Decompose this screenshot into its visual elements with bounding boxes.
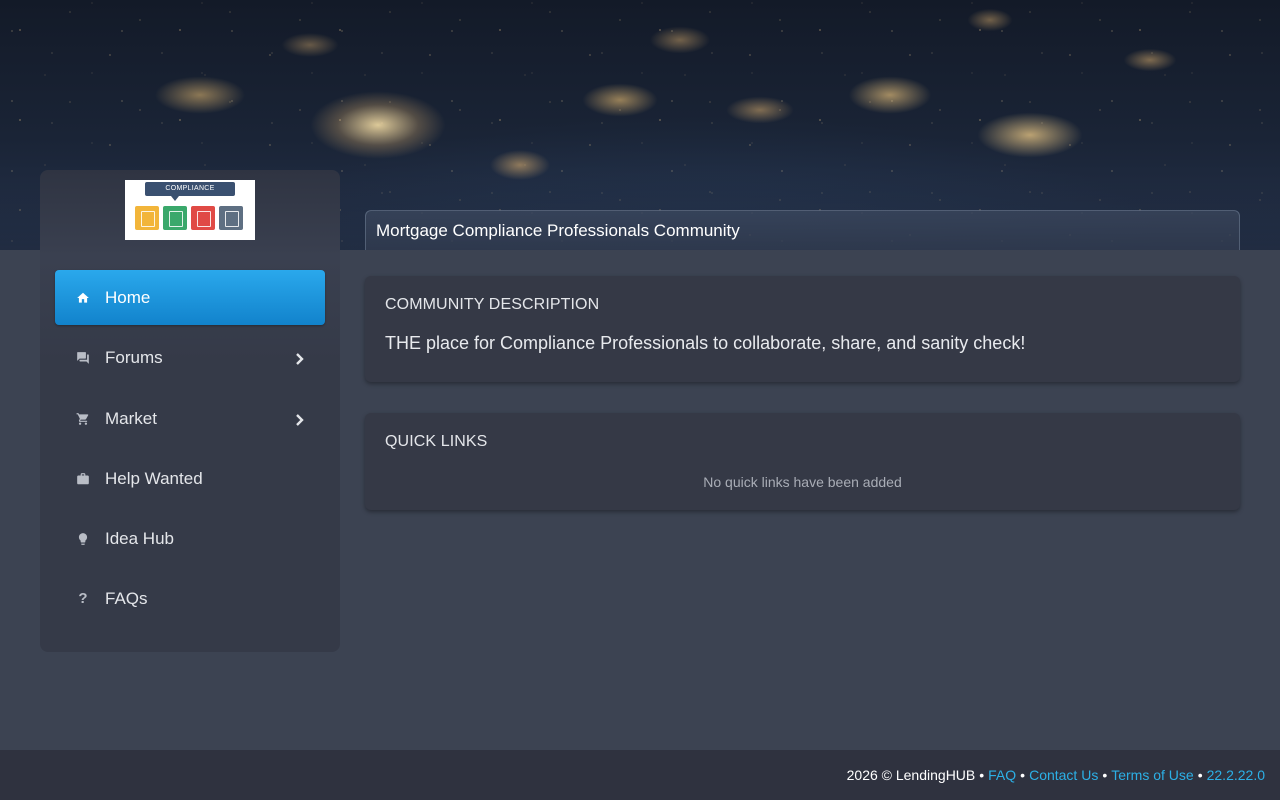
- page-title: Mortgage Compliance Professionals Commun…: [376, 220, 740, 240]
- footer-separator: •: [1102, 767, 1108, 783]
- forum-icon: [75, 350, 91, 366]
- sidebar-item-forums[interactable]: Forums: [55, 330, 325, 385]
- card-title: QUICK LINKS: [385, 433, 488, 450]
- sidebar-item-faqs[interactable]: ? FAQs: [55, 571, 325, 626]
- logo-regulation-tile: [191, 206, 215, 230]
- sidebar-item-label: Idea Hub: [105, 528, 174, 548]
- sidebar: COMPLIANCE Home Forums Market Help Wante…: [40, 170, 340, 652]
- lightbulb-icon: [75, 531, 91, 547]
- sidebar-item-label: Home: [105, 287, 151, 307]
- sidebar-item-label: Help Wanted: [105, 468, 203, 488]
- logo-bubble-tail: [171, 196, 179, 201]
- logo-policy-tile: [135, 206, 159, 230]
- footer-separator: •: [979, 767, 985, 783]
- card-title: COMMUNITY DESCRIPTION: [385, 296, 600, 313]
- sidebar-item-label: Market: [105, 408, 157, 428]
- quick-links-empty-message: No quick links have been added: [703, 474, 902, 490]
- sidebar-item-home[interactable]: Home: [55, 270, 325, 325]
- footer-link-terms-of-use[interactable]: Terms of Use: [1111, 767, 1193, 783]
- home-icon: [75, 290, 91, 306]
- footer-link-faq[interactable]: FAQ: [988, 767, 1016, 783]
- footer-separator: •: [1020, 767, 1026, 783]
- footer-separator: •: [1197, 767, 1203, 783]
- logo-banner-text: COMPLIANCE: [145, 182, 235, 196]
- community-description-text: THE place for Compliance Professionals t…: [385, 333, 1026, 353]
- quick-links-card: QUICK LINKS No quick links have been add…: [365, 413, 1240, 510]
- sidebar-item-idea-hub[interactable]: Idea Hub: [55, 511, 325, 566]
- briefcase-icon: [75, 471, 91, 487]
- community-logo[interactable]: COMPLIANCE: [125, 180, 255, 240]
- footer-link-version[interactable]: 22.2.22.0: [1207, 767, 1265, 783]
- footer-link-contact-us[interactable]: Contact Us: [1029, 767, 1098, 783]
- footer-copyright: 2026 © LendingHUB: [846, 767, 976, 783]
- sidebar-item-help-wanted[interactable]: Help Wanted: [55, 451, 325, 506]
- sidebar-item-label: FAQs: [105, 588, 148, 608]
- chevron-right-icon[interactable]: [295, 352, 305, 365]
- logo-guidance-tile: [219, 206, 243, 230]
- question-icon: ?: [78, 589, 88, 607]
- cart-icon: [75, 411, 91, 427]
- sidebar-item-label: Forums: [105, 347, 163, 367]
- community-title-bar: Mortgage Compliance Professionals Commun…: [365, 210, 1240, 250]
- community-description-card: COMMUNITY DESCRIPTION THE place for Comp…: [365, 276, 1240, 382]
- sidebar-item-market[interactable]: Market: [55, 391, 325, 446]
- chevron-right-icon[interactable]: [295, 413, 305, 426]
- logo-law-tile: [163, 206, 187, 230]
- footer: 2026 © LendingHUB • FAQ • Contact Us • T…: [0, 750, 1280, 800]
